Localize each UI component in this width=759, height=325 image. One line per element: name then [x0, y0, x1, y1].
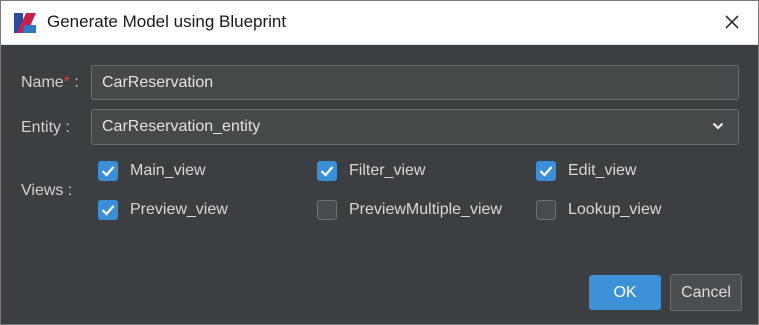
name-label: Name* :: [21, 74, 79, 92]
entity-select-value: CarReservation_entity: [102, 118, 261, 135]
name-label-colon: :: [69, 74, 79, 91]
view-label-preview-multiple: PreviewMultiple_view: [349, 201, 502, 218]
view-checkbox-edit[interactable]: Edit_view: [536, 160, 636, 182]
name-label-text: Name: [21, 74, 64, 91]
view-checkbox-preview[interactable]: Preview_view: [98, 199, 228, 221]
close-icon: [725, 15, 739, 29]
title-bar: Generate Model using Blueprint: [1, 1, 758, 45]
chevron-down-icon: [712, 122, 724, 130]
view-label-lookup: Lookup_view: [568, 201, 662, 218]
generate-model-dialog: Generate Model using Blueprint Name* : C…: [0, 0, 759, 325]
checkbox-box[interactable]: [317, 200, 337, 220]
entity-select[interactable]: CarReservation_entity: [91, 109, 739, 145]
checkbox-box[interactable]: [536, 161, 556, 181]
checkbox-box[interactable]: [98, 161, 118, 181]
checkbox-box[interactable]: [98, 200, 118, 220]
checkbox-box[interactable]: [536, 200, 556, 220]
name-input[interactable]: CarReservation: [91, 65, 739, 100]
checkmark-icon: [101, 166, 115, 177]
view-label-edit: Edit_view: [568, 162, 637, 179]
entity-label: Entity :: [21, 119, 70, 136]
checkbox-box[interactable]: [317, 161, 337, 181]
view-label-preview: Preview_view: [130, 201, 228, 218]
view-checkbox-main[interactable]: Main_view: [98, 160, 206, 182]
ok-button[interactable]: OK: [589, 275, 661, 310]
checkmark-icon: [101, 205, 115, 216]
window-title: Generate Model using Blueprint: [47, 12, 287, 31]
checkmark-icon: [320, 166, 334, 177]
views-label: Views :: [21, 182, 73, 199]
view-checkbox-preview-multiple[interactable]: PreviewMultiple_view: [317, 199, 502, 221]
view-checkbox-lookup[interactable]: Lookup_view: [536, 199, 661, 221]
view-checkbox-filter[interactable]: Filter_view: [317, 160, 425, 182]
checkmark-icon: [539, 166, 553, 177]
close-button[interactable]: [712, 5, 752, 39]
name-input-value: CarReservation: [102, 73, 214, 91]
app-icon: [14, 13, 36, 33]
view-label-filter: Filter_view: [349, 162, 426, 179]
view-label-main: Main_view: [130, 162, 206, 179]
cancel-button[interactable]: Cancel: [670, 274, 742, 311]
